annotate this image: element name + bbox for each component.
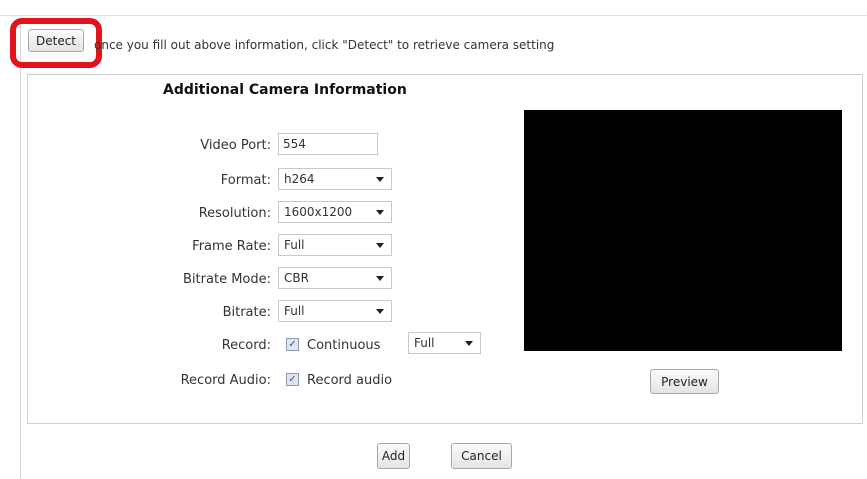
bitrate-label: Bitrate: [222,305,271,320]
bitrate-select[interactable]: Full [278,300,392,322]
record-audio-checkbox[interactable]: ✓ [286,373,299,386]
format-label: Format: [220,173,271,188]
chevron-down-icon [465,340,473,346]
record-label: Record: [221,338,271,353]
resolution-select[interactable]: 1600x1200 [278,201,392,223]
format-select[interactable]: h264 [278,168,392,190]
detect-button[interactable]: Detect [28,29,84,52]
resolution-label: Resolution: [198,206,271,221]
video-port-label: Video Port: [200,138,271,153]
section-title: Additional Camera Information [163,82,407,98]
record-audio-checkbox-label: Record audio [307,373,393,388]
record-continuous-checkbox[interactable]: ✓ [286,338,299,351]
resolution-value: 1600x1200 [284,205,353,219]
video-port-input[interactable] [278,133,378,155]
frame-rate-label: Frame Rate: [192,239,271,254]
top-divider [0,15,867,16]
chevron-down-icon [376,176,384,182]
video-preview-area [524,110,842,351]
bitrate-mode-value: CBR [284,271,309,285]
left-divider [20,15,21,479]
bitrate-mode-label: Bitrate Mode: [183,272,271,287]
chevron-down-icon [376,275,384,281]
frame-rate-select[interactable]: Full [278,234,392,256]
bitrate-mode-select[interactable]: CBR [278,267,392,289]
chevron-down-icon [376,242,384,248]
format-value: h264 [284,172,315,186]
chevron-down-icon [376,209,384,215]
bitrate-value: Full [284,304,305,318]
detect-hint-text: once you fill out above information, cli… [94,38,555,52]
preview-button[interactable]: Preview [650,369,719,394]
record-quality-value: Full [414,336,435,350]
chevron-down-icon [376,308,384,314]
record-quality-select[interactable]: Full [408,332,481,354]
frame-rate-value: Full [284,238,305,252]
record-audio-label: Record Audio: [180,373,271,388]
add-button[interactable]: Add [377,443,410,469]
cancel-button[interactable]: Cancel [451,443,512,469]
record-continuous-label: Continuous [307,338,381,353]
